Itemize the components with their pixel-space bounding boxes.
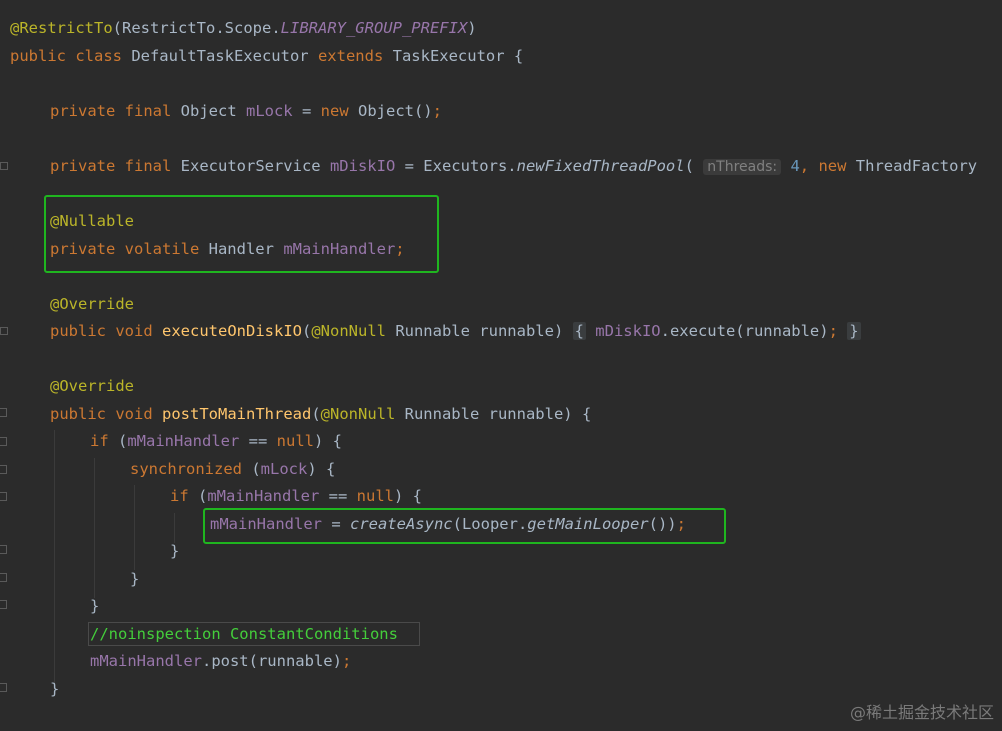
method-call: newFixedThreadPool xyxy=(516,157,685,175)
indent-guide xyxy=(94,458,95,598)
annotation: @Override xyxy=(50,295,134,313)
editor-gutter xyxy=(0,0,10,731)
fold-marker-icon[interactable] xyxy=(0,573,7,582)
indent-guide xyxy=(54,430,55,685)
annotation: @Override xyxy=(50,377,134,395)
code-line[interactable]: private final Object mLock = new Object(… xyxy=(50,100,442,122)
method-name: executeOnDiskIO xyxy=(162,322,302,340)
indent-guide xyxy=(134,485,135,570)
field-name: mDiskIO xyxy=(329,157,396,175)
code-editor[interactable]: @RestrictTo(RestrictTo.Scope.LIBRARY_GRO… xyxy=(0,0,1002,731)
fold-marker-icon[interactable] xyxy=(0,162,8,170)
fold-marker-icon[interactable] xyxy=(0,465,7,474)
field-name: mLock xyxy=(245,102,293,120)
code-line[interactable]: if (mMainHandler == null) { xyxy=(170,485,422,507)
fold-marker-icon[interactable] xyxy=(0,408,7,417)
method-name: postToMainThread xyxy=(162,405,312,423)
indent-guide xyxy=(174,513,175,543)
fold-marker-icon[interactable] xyxy=(0,683,7,692)
code-line[interactable]: } xyxy=(90,595,99,617)
code-line[interactable]: @RestrictTo(RestrictTo.Scope.LIBRARY_GRO… xyxy=(10,17,477,39)
code-line[interactable]: } xyxy=(170,540,179,562)
code-line[interactable]: @Override xyxy=(50,375,134,397)
code-line[interactable]: private final ExecutorService mDiskIO = … xyxy=(50,155,977,177)
code-line[interactable]: } xyxy=(130,568,139,590)
folded-region[interactable]: { xyxy=(572,322,586,340)
code-line[interactable]: mMainHandler.post(runnable); xyxy=(90,650,351,672)
highlight-box xyxy=(203,508,726,544)
annotation: @RestrictTo xyxy=(10,19,113,37)
comment-outline xyxy=(88,622,420,646)
parameter-hint: nThreads: xyxy=(703,159,782,175)
code-line[interactable]: public void postToMainThread(@NonNull Ru… xyxy=(50,403,591,425)
fold-marker-icon[interactable] xyxy=(0,492,7,501)
fold-marker-icon[interactable] xyxy=(0,437,7,446)
code-line[interactable]: if (mMainHandler == null) { xyxy=(90,430,342,452)
code-line[interactable]: synchronized (mLock) { xyxy=(130,458,335,480)
class-name: DefaultTaskExecutor xyxy=(121,47,318,65)
constant: LIBRARY_GROUP_PREFIX xyxy=(280,19,468,37)
fold-marker-icon[interactable] xyxy=(0,545,7,554)
fold-marker-icon[interactable] xyxy=(0,600,7,609)
folded-region[interactable]: } xyxy=(847,322,861,340)
code-line[interactable]: public void executeOnDiskIO(@NonNull Run… xyxy=(50,320,861,342)
highlight-box xyxy=(44,195,439,273)
fold-marker-icon[interactable] xyxy=(0,327,8,335)
code-line[interactable]: public class DefaultTaskExecutor extends… xyxy=(10,45,523,67)
watermark: @稀土掘金技术社区 xyxy=(849,703,994,722)
code-line[interactable]: } xyxy=(50,678,59,700)
code-line[interactable]: @Override xyxy=(50,293,134,315)
